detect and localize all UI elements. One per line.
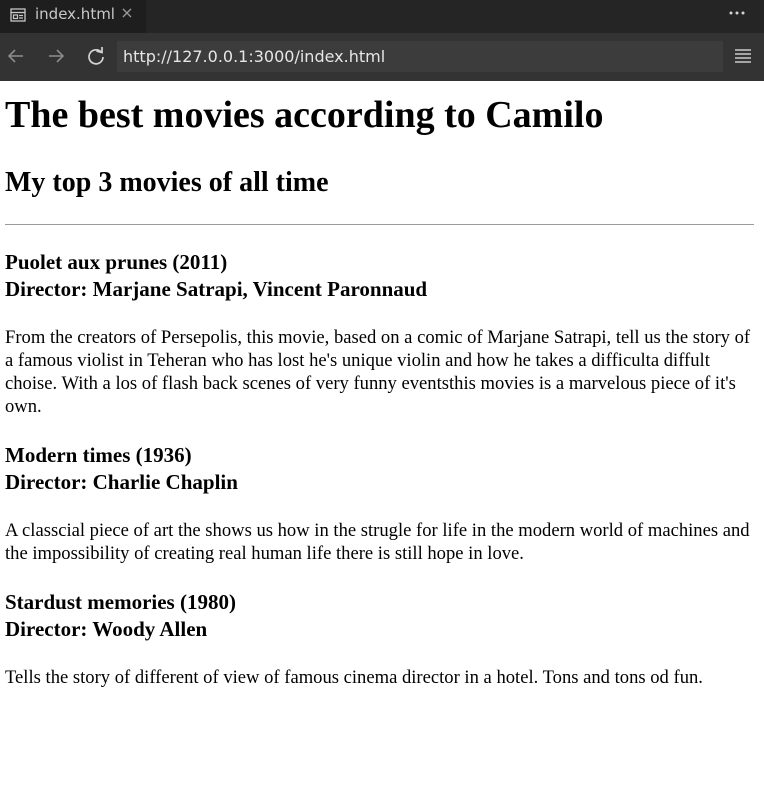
reload-icon[interactable] [85, 45, 107, 67]
movie-description: From the creators of Persepolis, this mo… [5, 327, 751, 417]
movie-director: Director: Marjane Satrapi, Vincent Paron… [5, 277, 428, 301]
hamburger-menu-icon[interactable] [734, 47, 752, 65]
movie-description: A classcial piece of art the shows us ho… [5, 520, 750, 564]
arrow-right-icon[interactable] [45, 45, 67, 67]
page-heading: The best movies according to Camilo [5, 94, 604, 136]
divider [5, 224, 754, 225]
tab-bar: index.html × [0, 0, 764, 33]
tab-index-html[interactable]: index.html × [0, 0, 146, 33]
movie-title: Modern times (1936) [5, 443, 192, 467]
movie-director: Director: Woody Allen [5, 617, 208, 641]
movie-description: Tells the story of different of view of … [5, 667, 703, 688]
ellipsis-icon[interactable] [726, 3, 748, 23]
arrow-left-icon[interactable] [5, 45, 27, 67]
movie-director: Director: Charlie Chaplin [5, 470, 238, 494]
movie-title: Stardust memories (1980) [5, 590, 236, 614]
tab-label: index.html [35, 5, 115, 23]
close-icon[interactable]: × [120, 4, 134, 22]
movie-title: Puolet aux prunes (2011) [5, 250, 228, 274]
url-input[interactable]: http://127.0.0.1:3000/index.html [117, 41, 723, 72]
navigation-bar: http://127.0.0.1:3000/index.html [0, 33, 764, 81]
page-content: The best movies according to Camilo My t… [0, 81, 764, 786]
browser-preview-icon [10, 7, 26, 23]
page-subheading: My top 3 movies of all time [5, 167, 329, 198]
